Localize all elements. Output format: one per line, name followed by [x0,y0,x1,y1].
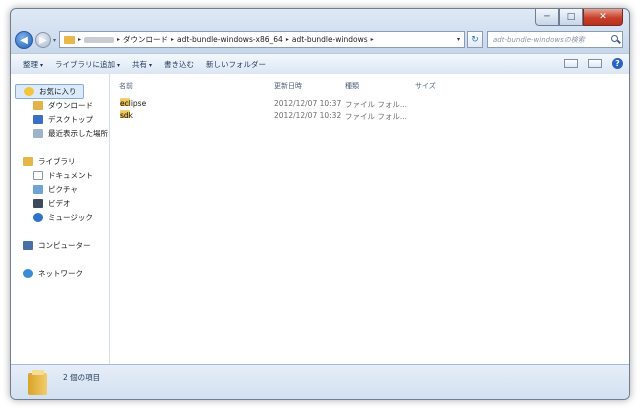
burn-button[interactable]: 書き込む [164,59,194,70]
sidebar-item-label: ビデオ [48,199,71,208]
include-library-label: ライブラリに追加 [55,59,116,69]
refresh-button[interactable]: ↻ [467,31,483,48]
new-folder-button[interactable]: 新しいフォルダー [206,59,266,70]
breadcrumb-downloads[interactable]: ダウンロード [123,34,168,45]
desktop-icon [33,115,43,124]
maximize-button[interactable]: □ [559,9,583,26]
chevron-right-icon[interactable]: ▸ [371,36,374,43]
libraries-icon [23,157,33,166]
address-bar[interactable]: ▸ ▸ ダウンロード ▸ adt-bundle-windows-x86_64 ▸… [59,31,465,48]
search-placeholder: adt-bundle-windowsの検索 [493,35,585,44]
sidebar-item-label: お気に入り [39,87,77,96]
sidebar-item-libraries[interactable]: ライブラリ [23,156,76,167]
organize-button[interactable]: 整理 ▾ [23,59,43,70]
star-icon [24,87,34,96]
forward-button[interactable]: ▶ [35,32,51,48]
network-icon [23,269,33,278]
file-name-label: eclipse [120,99,147,108]
search-icon[interactable] [611,35,618,42]
column-header-name[interactable]: 名前 [119,81,133,91]
chevron-down-icon: ▾ [149,61,153,69]
folder-icon [64,35,75,44]
caption-buttons: ─ □ ✕ [535,9,623,26]
computer-icon [23,241,33,250]
search-input[interactable]: adt-bundle-windowsの検索 [487,31,623,48]
chevron-down-icon: ▾ [117,61,121,69]
recent-places-icon [33,129,43,138]
file-list: 名前 更新日時 種類 サイズ eclipse 2012/12/07 10:37 … [110,74,629,364]
sidebar-item-videos[interactable]: ビデオ [33,198,71,209]
navigation-pane: お気に入り ダウンロード デスクトップ 最近表示した場所 ライブラリ ドキュメン… [11,74,110,364]
column-header-type[interactable]: 種類 [345,81,359,91]
share-label: 共有 [132,59,148,69]
chevron-right-icon[interactable]: ▸ [286,36,289,43]
include-library-button[interactable]: ライブラリに追加 ▾ [55,59,120,70]
organize-label: 整理 [23,59,38,69]
sidebar-item-favorites[interactable]: お気に入り [15,84,84,99]
sidebar-item-downloads[interactable]: ダウンロード [33,100,93,111]
file-row[interactable]: eclipse 2012/12/07 10:37 ファイル フォル... [110,98,410,110]
preview-pane-icon[interactable] [588,59,602,68]
back-arrow-icon: ◀ [20,34,28,46]
column-header-date[interactable]: 更新日時 [274,81,302,91]
sidebar-item-computer[interactable]: コンピューター [23,240,91,251]
item-count: 2 個の項目 [63,373,101,382]
breadcrumb-adt-bundle-x86_64[interactable]: adt-bundle-windows-x86_64 [177,35,283,44]
sidebar-item-desktop[interactable]: デスクトップ [33,114,93,125]
details-pane: 2 個の項目 [11,364,629,399]
sidebar-item-pictures[interactable]: ピクチャ [33,184,78,195]
sidebar-item-recent[interactable]: 最近表示した場所 [33,128,108,139]
music-icon [33,213,43,222]
sidebar-item-label: コンピューター [38,241,91,250]
redacted-segment [84,37,115,43]
sidebar-item-label: 最近表示した場所 [48,129,108,138]
breadcrumb-adt-bundle-windows[interactable]: adt-bundle-windows [292,35,368,44]
breadcrumb-redacted-user[interactable] [84,35,115,44]
sidebar-item-label: ミュージック [48,213,93,222]
sidebar-item-music[interactable]: ミュージック [33,212,93,223]
share-button[interactable]: 共有 ▾ [132,59,152,70]
forward-arrow-icon: ▶ [39,34,47,46]
sidebar-item-label: ダウンロード [48,101,93,110]
sidebar-item-network[interactable]: ネットワーク [23,268,83,279]
navigation-buttons: ◀ ▶ ▾ [15,31,56,49]
explorer-window: ─ □ ✕ ◀ ▶ ▾ ▸ ▸ ダウンロード ▸ adt-bundle-wind… [10,8,630,400]
sidebar-item-label: ピクチャ [48,185,78,194]
folder-icon [28,370,47,395]
chevron-right-icon[interactable]: ▸ [171,36,174,43]
chevron-right-icon[interactable]: ▸ [78,36,81,43]
back-button[interactable]: ◀ [15,31,33,49]
file-name-label: sdk [120,111,134,120]
sidebar-item-documents[interactable]: ドキュメント [33,170,93,181]
file-type: ファイル フォル... [345,100,408,109]
view-options-icon[interactable] [564,59,578,68]
sidebar-item-label: ライブラリ [38,157,76,166]
address-dropdown-icon[interactable]: ▾ [457,36,460,43]
toolbar-right: ? [564,58,623,69]
chevron-down-icon: ▾ [40,61,44,69]
refresh-icon: ↻ [471,34,479,45]
videos-icon [33,199,43,208]
file-type: ファイル フォル... [345,112,408,121]
file-row[interactable]: sdk 2012/12/07 10:32 ファイル フォル... [110,110,410,122]
downloads-folder-icon [33,101,43,110]
sidebar-item-label: デスクトップ [48,115,93,124]
file-date: 2012/12/07 10:37 [274,99,342,108]
chevron-right-icon[interactable]: ▸ [117,36,120,43]
help-icon[interactable]: ? [612,58,623,69]
documents-icon [33,171,43,180]
close-button[interactable]: ✕ [583,9,623,26]
pictures-icon [33,185,43,194]
recent-pages-dropdown[interactable]: ▾ [53,37,56,44]
sidebar-item-label: ドキュメント [48,171,93,180]
sidebar-item-label: ネットワーク [38,269,83,278]
file-date: 2012/12/07 10:32 [274,111,342,120]
command-bar: 整理 ▾ ライブラリに追加 ▾ 共有 ▾ 書き込む 新しいフォルダー ? [11,53,629,75]
column-header-size[interactable]: サイズ [415,81,436,91]
minimize-button[interactable]: ─ [535,9,559,26]
